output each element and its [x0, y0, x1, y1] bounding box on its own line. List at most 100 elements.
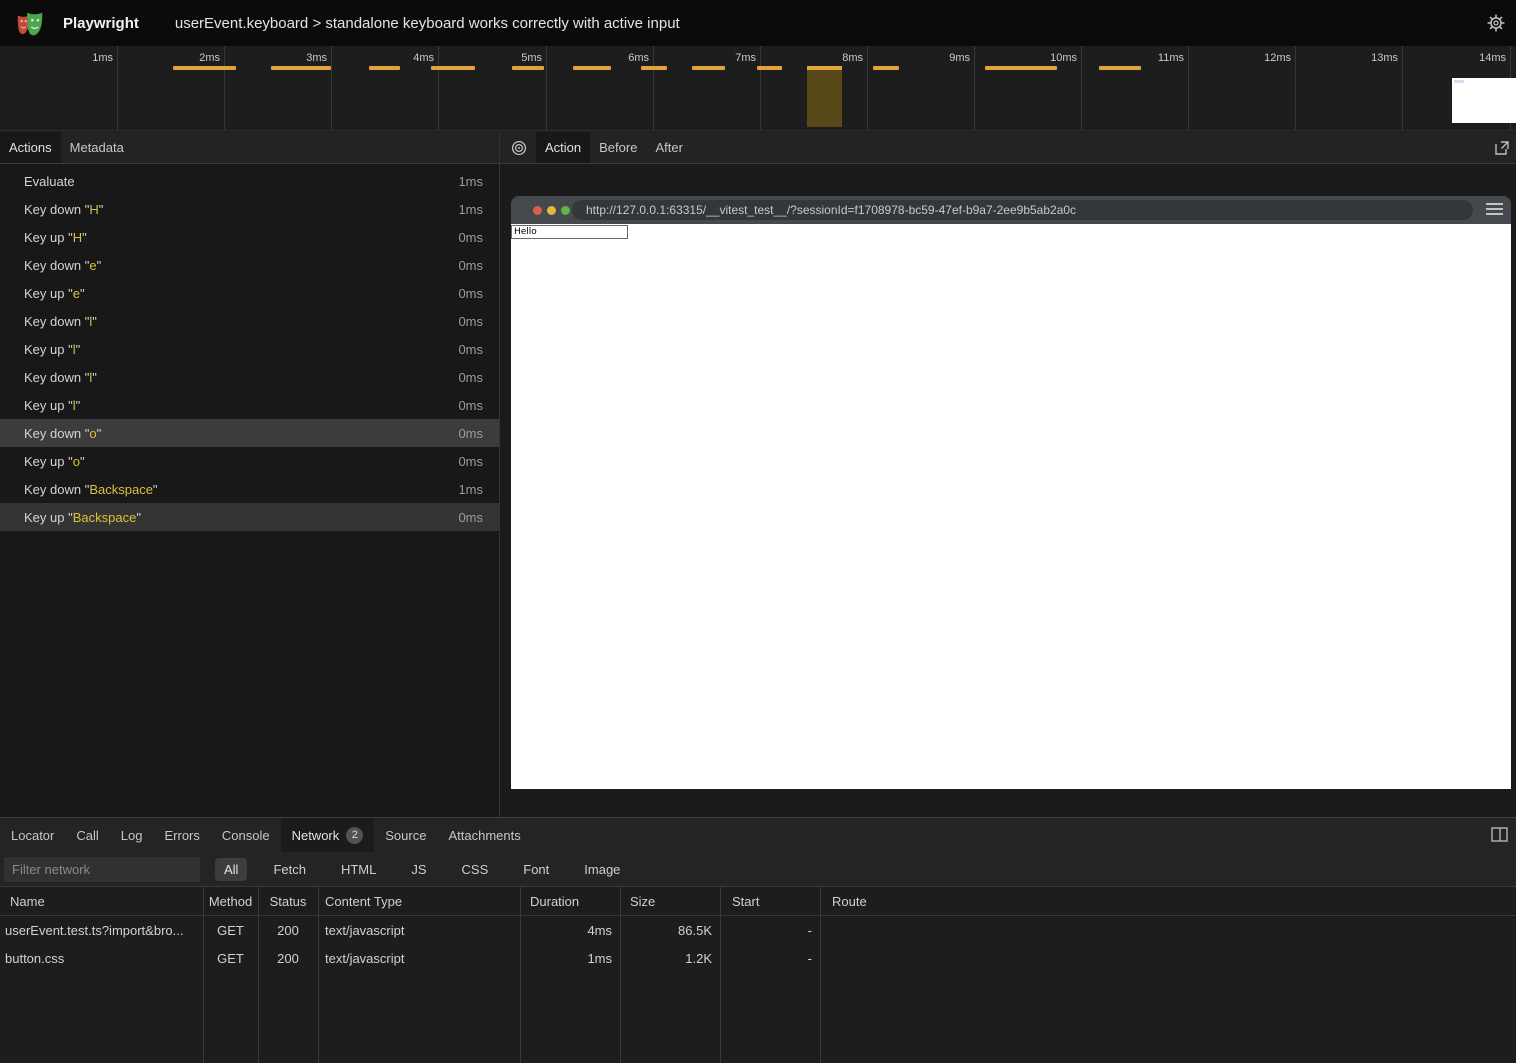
timeline-gridline [438, 46, 439, 130]
action-duration: 1ms [458, 174, 499, 189]
action-row[interactable]: Key down "e"0ms [0, 251, 499, 279]
filter-chip-fetch[interactable]: Fetch [264, 858, 315, 881]
timeline-action-bar[interactable] [873, 66, 899, 70]
action-row[interactable]: Key down "Backspace"1ms [0, 475, 499, 503]
tab-snapshot-after[interactable]: After [646, 132, 691, 163]
action-row[interactable]: Key down "o"0ms [0, 419, 499, 447]
timeline-tick-label: 9ms [949, 52, 970, 64]
network-table-header: NameMethodStatusContent TypeDurationSize… [0, 887, 1516, 916]
tab-details-network[interactable]: Network2 [281, 818, 375, 852]
tab-label: After [655, 140, 682, 155]
action-duration: 0ms [458, 398, 499, 413]
action-row[interactable]: Key up "e"0ms [0, 279, 499, 307]
network-toolbar: All Fetch HTML JS CSS Font Image [0, 852, 1516, 887]
action-row[interactable]: Key up "l"0ms [0, 335, 499, 363]
playwright-logo-icon [15, 8, 45, 38]
timeline-action-bar[interactable] [757, 66, 782, 70]
tab-details-call[interactable]: Call [65, 818, 109, 852]
timeline-action-bar[interactable] [512, 66, 544, 70]
timeline-film-strip-frame[interactable] [1452, 78, 1516, 123]
timeline-action-bar[interactable] [573, 66, 611, 70]
action-duration: 1ms [458, 202, 499, 217]
actions-panel: ActionsMetadata Evaluate1msKey down "H"1… [0, 132, 499, 817]
page-text-input[interactable] [511, 225, 628, 239]
cell-duration: 1ms [520, 951, 620, 966]
cell-status: 200 [258, 923, 318, 938]
tab-details-errors[interactable]: Errors [153, 818, 210, 852]
app-header: Playwright userEvent.keyboard > standalo… [0, 0, 1516, 46]
app-title: Playwright [63, 15, 139, 32]
traffic-light-yellow [547, 206, 556, 215]
filter-network-input[interactable] [4, 857, 200, 882]
timeline-action-bar[interactable] [641, 66, 667, 70]
action-title: Key down "H" [0, 202, 458, 217]
tab-snapshot-action[interactable]: Action [536, 132, 590, 163]
filter-chip-font[interactable]: Font [514, 858, 558, 881]
cell-size: 86.5K [620, 923, 720, 938]
open-external-icon[interactable] [1494, 140, 1510, 156]
filter-chip-css[interactable]: CSS [453, 858, 498, 881]
timeline-tick-label: 11ms [1158, 52, 1184, 64]
timeline-selected-range[interactable] [807, 66, 842, 127]
action-title: Key up "l" [0, 342, 458, 357]
action-title: Key up "H" [0, 230, 458, 245]
timeline-gridline [867, 46, 868, 130]
tab-details-log[interactable]: Log [110, 818, 154, 852]
action-title: Key up "Backspace" [0, 510, 458, 525]
tab-details-attachments[interactable]: Attachments [437, 818, 531, 852]
action-row[interactable]: Evaluate1ms [0, 167, 499, 195]
column-header-status: Status [258, 894, 318, 909]
timeline-tick-label: 6ms [628, 52, 649, 64]
toggle-layout-icon[interactable] [1491, 827, 1508, 842]
cell-size: 1.2K [620, 951, 720, 966]
tab-label: Errors [164, 828, 199, 843]
timeline-gridline [653, 46, 654, 130]
cell-duration: 4ms [520, 923, 620, 938]
filter-chip-image[interactable]: Image [575, 858, 629, 881]
filter-chip-html[interactable]: HTML [332, 858, 385, 881]
filter-chip-js[interactable]: JS [402, 858, 435, 881]
tab-actions-pane-actions[interactable]: Actions [0, 132, 61, 163]
tab-label: Metadata [70, 140, 124, 155]
timeline-action-bar[interactable] [692, 66, 725, 70]
timeline-action-bar[interactable] [1099, 66, 1141, 70]
timeline-tick-label: 7ms [735, 52, 756, 64]
column-header-name: Name [0, 894, 203, 909]
tab-details-source[interactable]: Source [374, 818, 437, 852]
tab-label: Actions [9, 140, 52, 155]
pick-locator-target-icon[interactable] [500, 132, 536, 163]
action-row[interactable]: Key up "o"0ms [0, 447, 499, 475]
tab-details-console[interactable]: Console [211, 818, 281, 852]
tab-snapshot-before[interactable]: Before [590, 132, 646, 163]
details-tabbar: Locator CallLog Errors ConsoleNetwork2Sourc… [0, 818, 1516, 852]
network-request-row[interactable]: button.cssGET200text/javascript1ms1.2K- [0, 944, 1516, 972]
timeline-gridline [224, 46, 225, 130]
action-title: Key down "e" [0, 258, 458, 273]
settings-gear-icon[interactable] [1487, 14, 1505, 32]
action-row[interactable]: Key up "Backspace"0ms [0, 503, 499, 531]
action-duration: 0ms [458, 314, 499, 329]
cell-start: - [720, 923, 820, 938]
timeline-ruler[interactable]: 1ms2ms3ms4ms5ms6ms7ms8ms9ms10ms11ms12ms1… [0, 46, 1516, 131]
timeline-action-bar[interactable] [271, 66, 331, 70]
timeline-action-bar[interactable] [985, 66, 1057, 70]
action-title: Key down "Backspace" [0, 482, 458, 497]
action-row[interactable]: Key down "l"0ms [0, 363, 499, 391]
timeline-action-bar[interactable] [431, 66, 475, 70]
network-request-row[interactable]: userEvent.test.ts?import&bro...GET200tex… [0, 916, 1516, 944]
key-name: e [89, 258, 96, 273]
tab-label: Locator [11, 828, 54, 843]
timeline-tick-label: 14ms [1479, 52, 1506, 64]
action-row[interactable]: Key up "l"0ms [0, 391, 499, 419]
cell-name: userEvent.test.ts?import&bro... [0, 923, 203, 938]
tab-label: Before [599, 140, 637, 155]
action-row[interactable]: Key up "H"0ms [0, 223, 499, 251]
timeline-action-bar[interactable] [369, 66, 400, 70]
action-row[interactable]: Key down "H"1ms [0, 195, 499, 223]
timeline-tick-label: 3ms [306, 52, 327, 64]
action-row[interactable]: Key down "l"0ms [0, 307, 499, 335]
filter-chip-all[interactable]: All [215, 858, 247, 881]
tab-actions-pane-metadata[interactable]: Metadata [61, 132, 133, 163]
timeline-action-bar[interactable] [173, 66, 236, 70]
tab-details-locator[interactable]: Locator [0, 818, 65, 852]
